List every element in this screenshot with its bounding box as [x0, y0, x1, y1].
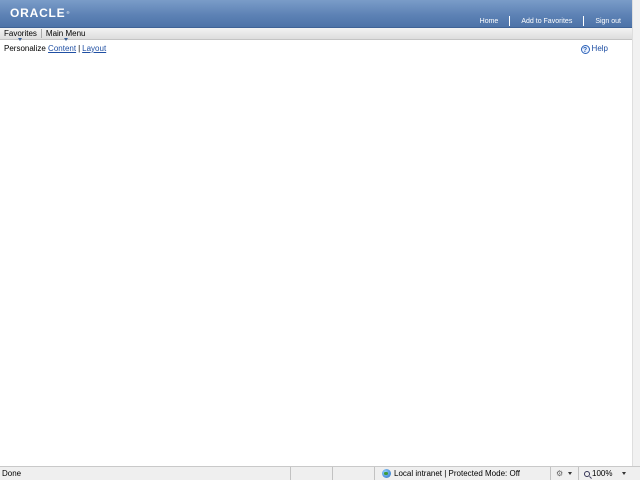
security-zone-label: Local intranet | Protected Mode: Off	[394, 469, 520, 478]
status-bar: Done Local intranet | Protected Mode: Of…	[0, 466, 640, 480]
menu-bar: Favorites Main Menu	[0, 28, 632, 41]
home-link[interactable]: Home	[480, 17, 499, 26]
personalize-layout-link[interactable]: Layout	[82, 44, 106, 53]
personalize-content-link[interactable]: Content	[48, 44, 76, 53]
zoom-level: 100%	[592, 469, 613, 478]
personalize-bar: Personalize Content | Layout	[4, 44, 106, 54]
zoom-icon	[584, 470, 590, 477]
dropdown-arrow-icon	[63, 37, 68, 41]
favorites-menu-label: Favorites	[4, 28, 37, 38]
help-link[interactable]: ? Help	[580, 44, 608, 54]
personalize-separator: |	[78, 44, 81, 53]
dropdown-arrow-icon	[18, 37, 23, 41]
header-separator	[509, 16, 511, 26]
header-separator	[583, 16, 585, 26]
oracle-logo-text: ORACLE	[10, 6, 66, 20]
status-text: Done	[2, 469, 22, 478]
help-icon: ?	[580, 44, 590, 54]
help-label: Help	[591, 44, 608, 53]
header-banner: ORACLE® Home Add to Favorites Sign out	[0, 0, 632, 28]
header-links: Home Add to Favorites Sign out	[480, 16, 621, 26]
favorites-menu[interactable]: Favorites	[0, 28, 41, 41]
personalize-label: Personalize	[4, 44, 46, 53]
add-to-favorites-link[interactable]: Add to Favorites	[521, 17, 572, 26]
chevron-down-icon[interactable]	[622, 472, 626, 475]
oracle-logo: ORACLE®	[10, 6, 71, 20]
chevron-down-icon[interactable]	[568, 472, 572, 475]
protected-mode-icon[interactable]: ⚙	[556, 469, 566, 478]
sign-out-link[interactable]: Sign out	[595, 17, 621, 26]
status-divider	[332, 467, 333, 480]
status-divider	[374, 467, 375, 480]
zoom-control[interactable]: 100%	[584, 467, 612, 480]
status-divider	[578, 467, 579, 480]
security-zone[interactable]: Local intranet | Protected Mode: Off	[382, 467, 520, 480]
vertical-scrollbar[interactable]	[632, 0, 640, 466]
status-divider	[550, 467, 551, 480]
status-divider	[290, 467, 291, 480]
main-menu-label: Main Menu	[45, 28, 86, 38]
globe-icon	[382, 469, 391, 478]
main-menu[interactable]: Main Menu	[42, 28, 90, 41]
